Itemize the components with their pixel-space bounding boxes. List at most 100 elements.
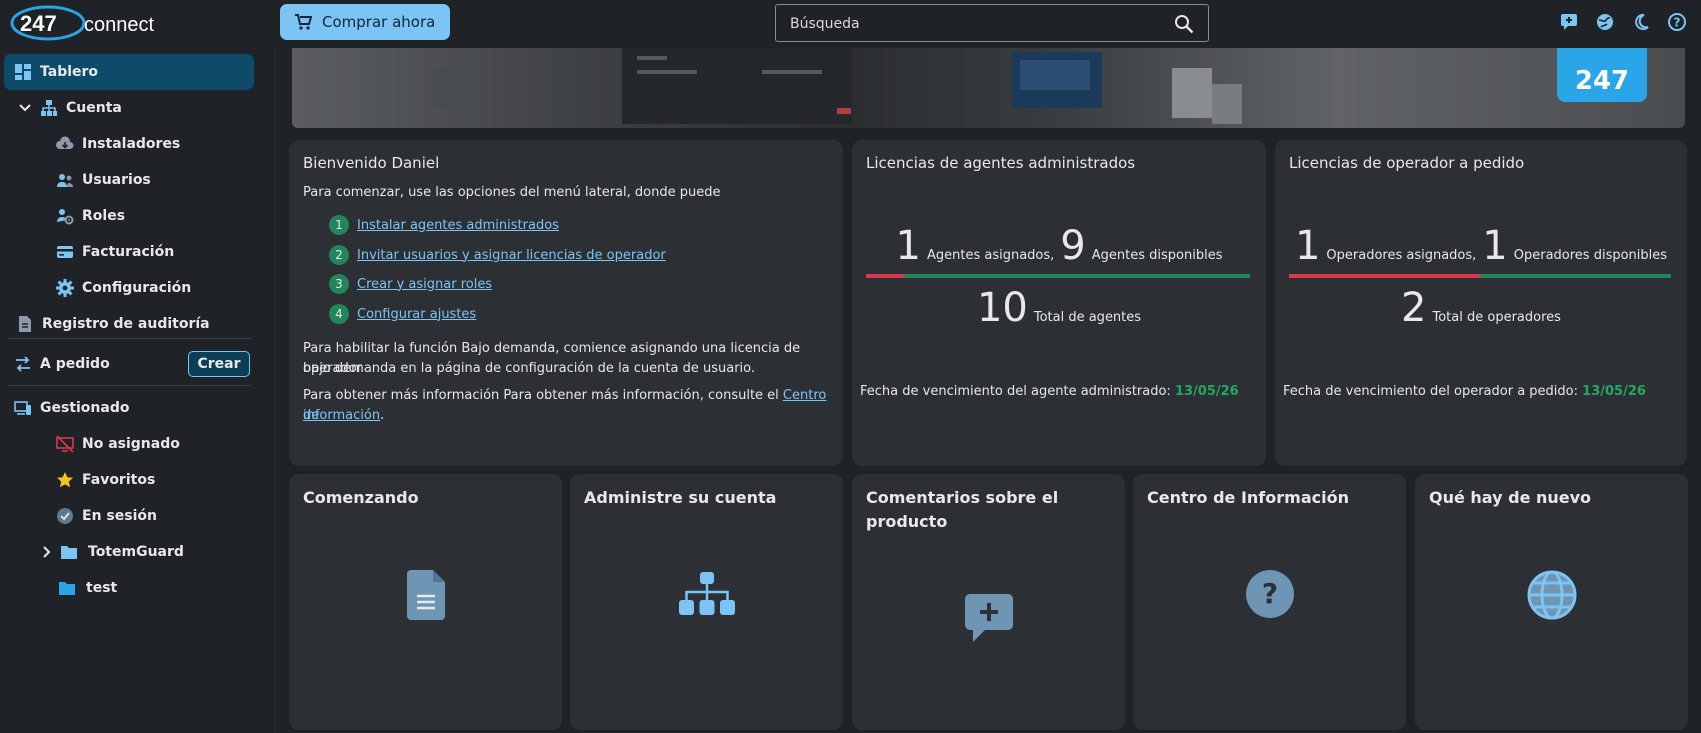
operator-licenses-title: Licencias de operador a pedido (1289, 154, 1525, 172)
sidebar-item-installers[interactable]: Instaladores (4, 126, 254, 162)
banner-image (432, 48, 1242, 124)
more-info-suffix: . (380, 408, 385, 423)
operators-available-count: 1 (1482, 223, 1508, 269)
sidebar-item-label: A pedido (40, 356, 110, 372)
sidebar-item-managed[interactable]: Gestionado (4, 390, 254, 426)
sidebar-item-account[interactable]: Cuenta (4, 90, 254, 126)
promo-banner: 247 (292, 48, 1685, 128)
users-icon (57, 174, 73, 187)
svg-text:connect: connect (84, 14, 154, 36)
tile-product-feedback[interactable]: Comentarios sobre el producto (852, 474, 1125, 730)
tile-title: Centro de Información (1147, 488, 1349, 507)
globe-icon (1527, 570, 1576, 620)
hierarchy-icon (678, 572, 735, 615)
sidebar-item-totemguard[interactable]: TotemGuard (4, 534, 254, 570)
moon-icon[interactable] (1631, 12, 1651, 32)
operators-assigned-label: Operadores asignados, (1326, 248, 1477, 263)
agent-total-row: 10 Total de agentes (852, 286, 1266, 330)
sidebar-item-audit-log[interactable]: Registro de auditoría (4, 306, 254, 342)
operator-total-row: 2 Total de operadores (1275, 286, 1687, 330)
banner-247-badge: 247 (1557, 48, 1647, 102)
sidebar-item-label: test (86, 580, 118, 596)
operator-expiry: Fecha de vencimiento del operador a pedi… (1283, 384, 1646, 399)
sidebar-item-favorites[interactable]: Favoritos (4, 462, 254, 498)
step-item: 3 Crear y asignar roles (329, 274, 492, 294)
top-bar: 247 connect Comprar ahora ? (0, 0, 1701, 48)
language-icon[interactable] (1595, 12, 1615, 32)
org-icon (41, 100, 57, 116)
buy-now-label: Comprar ahora (322, 13, 436, 31)
create-session-button[interactable]: Crear (188, 351, 250, 377)
sidebar-divider (8, 338, 252, 339)
sidebar-item-users[interactable]: Usuarios (4, 162, 254, 198)
sidebar-item-label: No asignado (82, 436, 180, 452)
sidebar-item-unassigned[interactable]: No asignado (4, 426, 254, 462)
step-item: 1 Instalar agentes administrados (329, 215, 559, 235)
step-link-configure-settings[interactable]: Configurar ajustes (357, 307, 476, 322)
folder-icon (59, 582, 75, 595)
welcome-intro: Para comenzar, use las opciones del menú… (303, 185, 721, 200)
agents-total-count: 10 (976, 285, 1028, 331)
search-input[interactable] (790, 14, 1150, 34)
agents-assigned-label: Agentes asignados, (926, 248, 1055, 263)
sidebar-item-label: Facturación (82, 244, 175, 260)
sidebar-item-on-demand[interactable]: A pedido (4, 346, 174, 382)
star-icon (57, 472, 73, 488)
agents-total-label: Total de agentes (1033, 310, 1142, 325)
step-link-invite-users[interactable]: Invitar usuarios y asignar licencias de … (357, 248, 666, 263)
step-number: 1 (329, 215, 349, 235)
info-center-link[interactable]: información (303, 408, 380, 423)
tile-whats-new[interactable]: Qué hay de nuevo (1415, 474, 1688, 730)
tile-title: Comenzando (303, 488, 419, 507)
devices-icon (14, 401, 31, 415)
tile-info-center[interactable]: Centro de Información ? (1133, 474, 1406, 730)
operator-licenses-card: Licencias de operador a pedido 1 Operado… (1275, 140, 1687, 466)
on-demand-info-line2: bajo demanda en la página de configuraci… (303, 361, 756, 376)
sidebar-item-label: TotemGuard (88, 544, 184, 560)
step-link-create-roles[interactable]: Crear y asignar roles (357, 277, 492, 292)
sidebar-divider (8, 385, 252, 386)
svg-text:247: 247 (20, 11, 57, 36)
more-info-line2: información. (303, 406, 384, 426)
search-icon[interactable] (1174, 14, 1194, 34)
operators-assigned-count: 1 (1294, 223, 1321, 269)
tile-getting-started[interactable]: Comenzando (289, 474, 562, 730)
sidebar-item-test[interactable]: test (4, 570, 254, 606)
sidebar-item-label: Favoritos (82, 472, 156, 488)
sidebar-item-roles[interactable]: Roles (4, 198, 254, 234)
top-icons: ? (1559, 12, 1687, 32)
sidebar: Tablero Cuenta Instaladores Usuarios Rol… (0, 48, 276, 733)
sidebar-item-label: En sesión (82, 508, 157, 524)
sidebar-item-label: Registro de auditoría (42, 316, 210, 332)
operator-expiry-date: 13/05/26 (1582, 384, 1646, 399)
help-icon[interactable]: ? (1667, 12, 1687, 32)
buy-now-button[interactable]: Comprar ahora (280, 4, 450, 40)
roles-icon (57, 209, 74, 225)
app-logo[interactable]: 247 connect (8, 4, 168, 42)
sidebar-item-settings[interactable]: Configuración (4, 270, 254, 306)
sidebar-item-dashboard[interactable]: Tablero (4, 54, 254, 90)
sidebar-item-in-session[interactable]: En sesión (4, 498, 254, 534)
agents-assigned-count: 1 (895, 223, 921, 269)
tile-title-line2: producto (866, 512, 948, 531)
chevron-down-icon[interactable] (18, 101, 32, 115)
check-circle-icon (57, 508, 73, 524)
operator-counts-row: 1 Operadores asignados, 1 Operadores dis… (1275, 224, 1687, 268)
chevron-right-icon[interactable] (40, 545, 54, 559)
operators-total-label: Total de operadores (1432, 310, 1561, 325)
sidebar-item-billing[interactable]: Facturación (4, 234, 254, 270)
svg-text:?: ? (1261, 577, 1277, 610)
operators-total-count: 2 (1401, 285, 1427, 331)
sidebar-item-label: Tablero (40, 64, 99, 80)
search-box[interactable] (775, 4, 1209, 42)
help-icon: ? (1245, 570, 1294, 618)
feedback-icon[interactable] (1559, 12, 1579, 32)
tile-manage-account[interactable]: Administre su cuenta (570, 474, 843, 730)
feedback-icon (964, 594, 1013, 642)
sidebar-item-label: Cuenta (66, 100, 122, 116)
agent-licenses-card: Licencias de agentes administrados 1 Age… (852, 140, 1266, 466)
agent-counts-row: 1 Agentes asignados, 9 Agentes disponibl… (852, 224, 1266, 268)
operators-available-label: Operadores disponibles (1513, 248, 1668, 263)
step-item: 2 Invitar usuarios y asignar licencias d… (329, 245, 666, 265)
step-link-install-agents[interactable]: Instalar agentes administrados (357, 218, 559, 233)
